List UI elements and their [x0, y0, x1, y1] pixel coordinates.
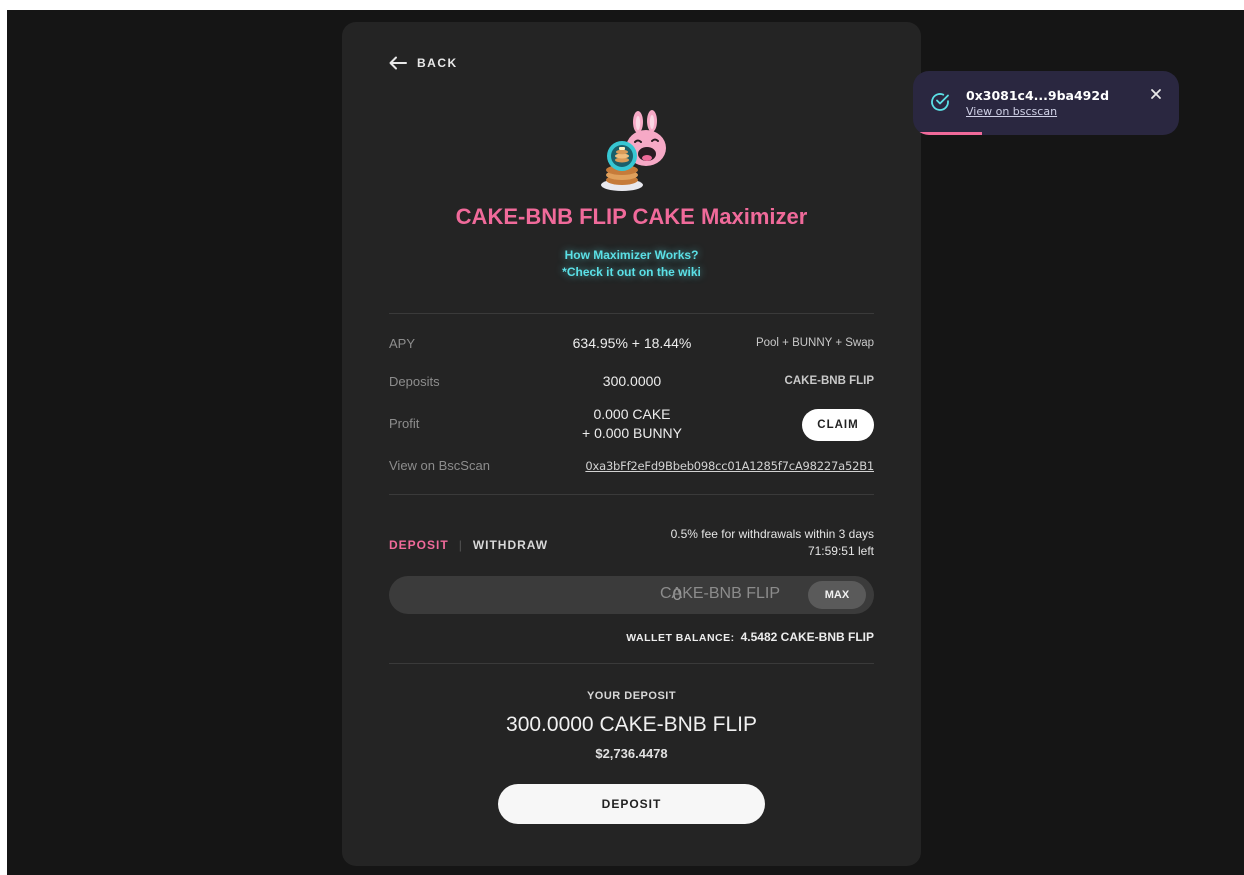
back-button[interactable]: BACK [389, 56, 458, 70]
wiki-link-line2: *Check it out on the wiki [562, 265, 701, 279]
claim-button[interactable]: CLAIM [802, 409, 874, 441]
fee-countdown: 71:59:51 left [807, 544, 874, 558]
amount-input[interactable] [522, 584, 682, 606]
your-deposit-label: YOUR DEPOSIT [586, 690, 677, 702]
profit-cake: 0.000 CAKE [593, 406, 671, 422]
deposits-note: CAKE-BNB FLIP [784, 375, 874, 387]
vault-card: BACK CAKE-BNB FLIP CAKE Maximizer How Ma… [342, 22, 921, 866]
wallet-balance-label: WALLET BALANCE: [626, 632, 735, 644]
deposits-label: Deposits [389, 374, 440, 389]
divider [389, 313, 874, 314]
wiki-link-line1: How Maximizer Works? [564, 248, 699, 262]
amount-input-box: CAKE-BNB FLIP MAX [389, 576, 874, 614]
divider [389, 663, 874, 664]
action-tabs: DEPOSIT | WITHDRAW [389, 538, 548, 552]
apy-note: Pool + BUNNY + Swap [755, 337, 874, 349]
profit-bunny: + 0.000 BUNNY [582, 425, 682, 441]
profit-value: 0.000 CAKE + 0.000 BUNNY [532, 405, 732, 443]
max-button[interactable]: MAX [808, 581, 866, 609]
tab-separator: | [458, 538, 463, 552]
close-icon[interactable] [1149, 87, 1163, 101]
wallet-balance-value: 4.5482 CAKE-BNB FLIP [740, 630, 874, 644]
withdrawal-fee-notice: 0.5% fee for withdrawals within 3 days 7… [671, 526, 874, 560]
check-circle-icon [931, 93, 949, 111]
bunny-pancake-logo-icon [601, 110, 666, 191]
wallet-balance: WALLET BALANCE: 4.5482 CAKE-BNB FLIP [626, 630, 874, 644]
toast-progress-bar [913, 132, 983, 135]
fee-text: 0.5% fee for withdrawals within 3 days [670, 527, 874, 541]
deposits-value: 300.0000 [602, 373, 662, 389]
apy-label: APY [389, 336, 416, 351]
app-background: BACK CAKE-BNB FLIP CAKE Maximizer How Ma… [7, 10, 1244, 875]
bscscan-label: View on BscScan [389, 458, 490, 473]
deposit-button[interactable]: DEPOSIT [498, 784, 765, 824]
vault-title: CAKE-BNB FLIP CAKE Maximizer [455, 204, 808, 229]
arrow-left-icon [389, 56, 407, 70]
tab-withdraw[interactable]: WITHDRAW [473, 538, 548, 552]
transaction-hash: 0x3081c4...9ba492d [966, 88, 1110, 103]
your-deposit-usd: $2,736.4478 [595, 746, 668, 761]
apy-value: 634.95% + 18.44% [572, 335, 692, 351]
tab-deposit[interactable]: DEPOSIT [389, 538, 449, 552]
view-on-bscscan-link[interactable]: View on bscscan [966, 105, 1057, 118]
wiki-link[interactable]: How Maximizer Works? *Check it out on th… [342, 247, 921, 281]
transaction-toast: 0x3081c4...9ba492d View on bscscan [913, 71, 1179, 135]
divider [389, 494, 874, 495]
your-deposit-amount: 300.0000 CAKE-BNB FLIP [506, 713, 757, 736]
contract-address-link[interactable]: 0xa3bFf2eFd9Bbeb098cc01A1285f7cA98227a52… [585, 459, 874, 473]
back-label: BACK [417, 56, 458, 70]
profit-label: Profit [389, 416, 420, 431]
